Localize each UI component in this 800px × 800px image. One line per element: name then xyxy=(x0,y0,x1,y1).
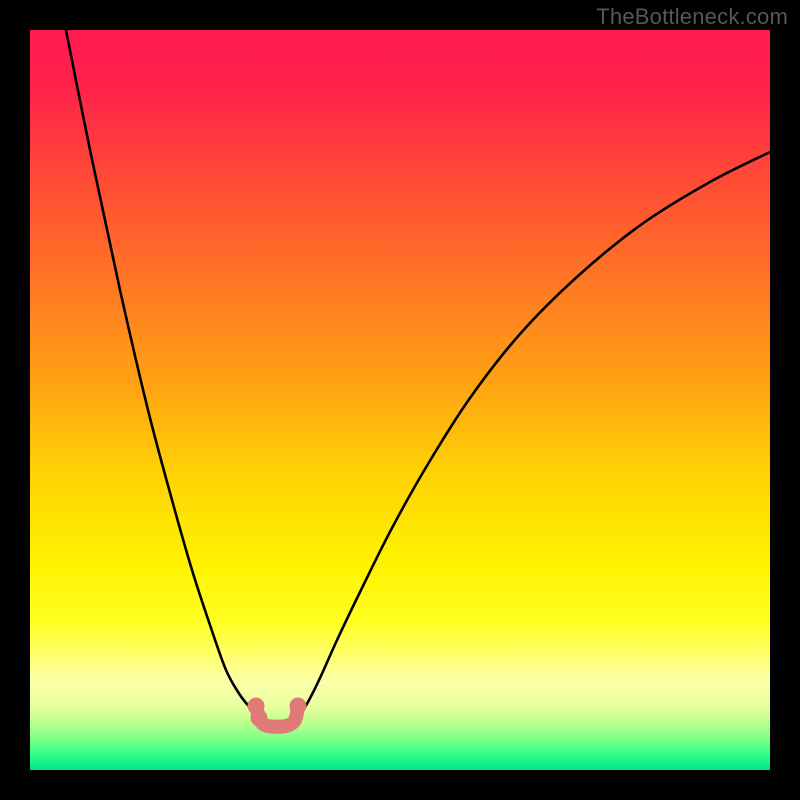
chart-area xyxy=(30,30,770,770)
watermark-text: TheBottleneck.com xyxy=(596,4,788,30)
chart-background-gradient xyxy=(30,30,770,770)
